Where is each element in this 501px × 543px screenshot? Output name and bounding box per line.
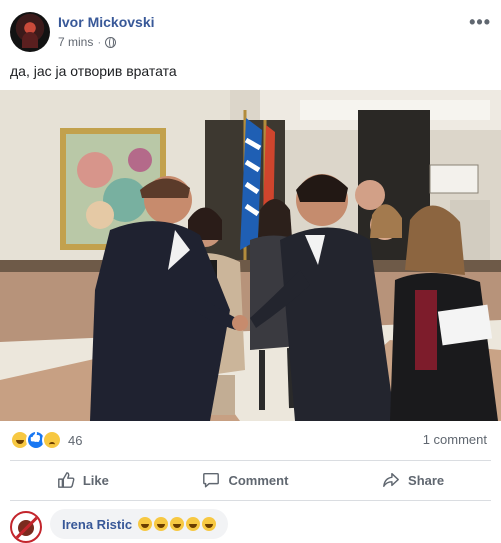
commenter-name[interactable]: Irena Ristic [62,517,132,532]
comment-button[interactable]: Comment [202,471,288,489]
laughing-face-icon [202,517,217,531]
share-arrow-icon [383,472,399,488]
divider [10,500,491,501]
post-timestamp[interactable]: 7 mins [58,35,93,49]
thumbs-up-icon [57,472,75,488]
laughing-face-icon [186,517,201,531]
laughing-face-icon [138,517,153,531]
comment-row: Irena Ristic [10,507,491,543]
facebook-post: Ivor Mickovski 7 mins · ••• да, јас ја о… [0,0,501,543]
comment-bubble: Irena Ristic [50,509,229,539]
share-button[interactable]: Share [382,471,444,489]
commenter-avatar[interactable] [10,511,42,543]
comment-label: Comment [228,472,289,488]
photo-illustration [0,90,501,421]
comment-emojis [138,517,217,531]
post-header: Ivor Mickovski 7 mins · ••• [10,10,491,54]
like-label: Like [82,472,109,488]
laughing-face-icon [170,517,185,531]
ellipsis-icon[interactable]: ••• [469,12,491,33]
speech-bubble-icon [203,472,220,488]
divider [10,460,491,461]
author-name[interactable]: Ivor Mickovski [58,14,155,30]
sad-reaction-icon [42,430,62,450]
post-photo[interactable] [0,90,501,421]
post-meta: 7 mins · [58,35,117,49]
globe-icon[interactable] [105,36,117,48]
laughing-face-icon [154,517,169,531]
post-actions: Like Comment Share [10,463,491,497]
comment-count-link[interactable]: 1 comment [423,432,487,447]
reaction-summary[interactable]: 46 [10,430,82,450]
author-avatar[interactable] [10,12,50,52]
meta-separator: · [97,35,102,49]
share-label: Share [408,472,445,488]
post-caption: да, јас ја отворив вратата [10,63,177,79]
like-button[interactable]: Like [57,471,109,489]
reaction-count[interactable]: 46 [68,433,82,448]
